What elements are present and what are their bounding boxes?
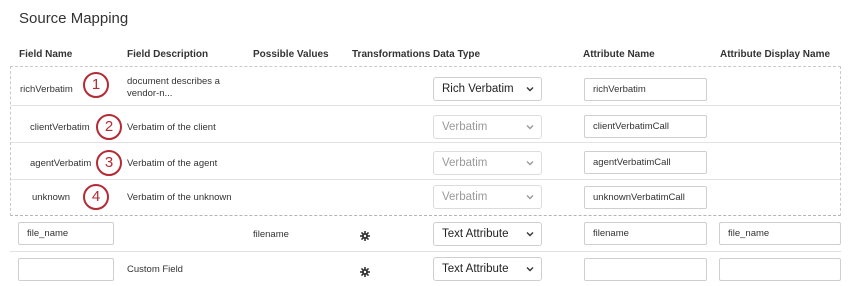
data-type-select[interactable]: Verbatim	[433, 151, 542, 175]
data-type-value: Verbatim	[442, 121, 488, 133]
field-name-input[interactable]	[18, 258, 114, 281]
step-badge: 3	[96, 150, 122, 176]
chevron-down-icon	[526, 267, 534, 272]
chevron-down-icon	[526, 232, 534, 237]
col-header-attribute-name: Attribute Name	[583, 49, 655, 60]
attribute-name-input[interactable]: clientVerbatimCall	[584, 115, 707, 138]
data-type-select[interactable]: Verbatim	[433, 185, 542, 209]
attribute-name-input[interactable]: richVerbatim	[584, 78, 707, 101]
row-divider	[11, 179, 840, 180]
data-type-value: Verbatim	[442, 157, 488, 169]
chevron-down-icon	[526, 161, 534, 166]
row-divider	[10, 251, 841, 252]
field-description: Custom Field	[127, 264, 183, 275]
attribute-display-name-input[interactable]	[719, 258, 841, 281]
attribute-name-input[interactable]	[584, 258, 707, 281]
data-type-value: Text Attribute	[442, 228, 509, 240]
page-title: Source Mapping	[19, 10, 129, 27]
row-divider	[11, 142, 840, 143]
data-type-value: Rich Verbatim	[442, 83, 514, 95]
data-type-value: Text Attribute	[442, 263, 509, 275]
row-divider	[11, 105, 840, 106]
chevron-down-icon	[526, 195, 534, 200]
attribute-display-name-input[interactable]: file_name	[719, 222, 841, 245]
field-description: Verbatim of the client	[127, 122, 216, 133]
field-name-label: agentVerbatim	[30, 158, 92, 169]
attribute-name-input[interactable]: filename	[584, 222, 707, 245]
col-header-field-name: Field Name	[19, 49, 73, 60]
data-type-select[interactable]: Verbatim	[433, 115, 542, 139]
field-description: Verbatim of the agent	[127, 158, 218, 169]
field-description: Verbatim of the unknown	[127, 192, 232, 203]
step-badge: 4	[83, 184, 109, 210]
data-type-value: Verbatim	[442, 191, 488, 203]
col-header-attribute-display-name: Attribute Display Name	[720, 49, 831, 60]
chevron-down-icon	[526, 125, 534, 130]
data-type-select[interactable]: Text Attribute	[433, 257, 542, 281]
step-badge: 1	[83, 72, 109, 98]
gear-icon[interactable]	[360, 231, 370, 241]
gear-icon[interactable]	[360, 267, 370, 277]
data-type-select[interactable]: Rich Verbatim	[433, 77, 542, 101]
attribute-name-input[interactable]: agentVerbatimCall	[584, 151, 707, 174]
field-name-label: unknown	[32, 192, 71, 203]
col-header-field-description: Field Description	[127, 49, 209, 60]
field-description: document describes a vendor-n...	[127, 76, 220, 99]
field-name-label: richVerbatim	[20, 84, 73, 95]
field-name-input[interactable]: file_name	[18, 222, 114, 245]
field-name-label: clientVerbatim	[30, 122, 90, 133]
chevron-down-icon	[526, 87, 534, 92]
col-header-possible-values: Possible Values	[253, 49, 329, 60]
col-header-data-type: Data Type	[433, 49, 481, 60]
data-type-select[interactable]: Text Attribute	[433, 222, 542, 246]
step-badge: 2	[96, 114, 122, 140]
col-header-transformations: Transformations	[352, 49, 431, 60]
attribute-name-input[interactable]: unknownVerbatimCall	[584, 186, 707, 209]
possible-values: filename	[253, 229, 289, 240]
